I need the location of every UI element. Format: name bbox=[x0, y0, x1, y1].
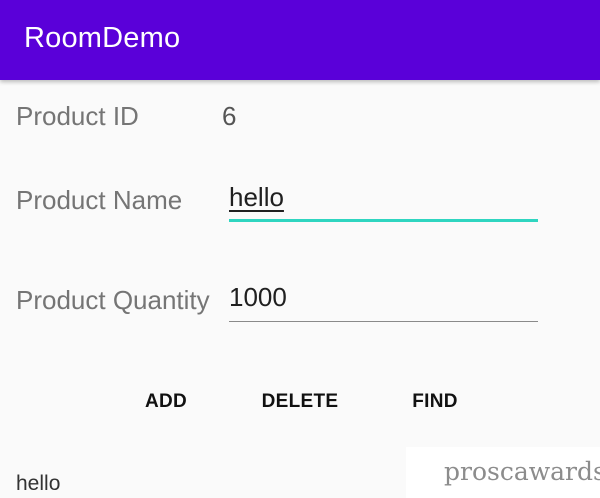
watermark: proscawards bbox=[406, 447, 600, 498]
app-title: RoomDemo bbox=[24, 22, 181, 54]
find-button[interactable]: FIND bbox=[395, 386, 475, 418]
result-text: hello bbox=[16, 472, 61, 495]
watermark-text: proscawards bbox=[444, 457, 600, 486]
delete-button[interactable]: DELETE bbox=[250, 386, 350, 418]
product-id-label: Product ID bbox=[16, 101, 139, 131]
add-button[interactable]: ADD bbox=[126, 386, 206, 418]
product-name-label: Product Name bbox=[16, 185, 183, 215]
product-name-underline bbox=[229, 219, 538, 222]
product-name-input-value: hello bbox=[229, 182, 284, 212]
product-quantity-input-value: 1000 bbox=[229, 282, 287, 312]
product-quantity-field[interactable]: 1000 bbox=[229, 282, 538, 322]
product-quantity-label: Product Quantity bbox=[16, 285, 210, 315]
product-quantity-underline bbox=[229, 321, 538, 322]
app-bar: RoomDemo bbox=[0, 0, 600, 80]
product-id-value: 6 bbox=[222, 101, 237, 131]
product-name-field[interactable]: hello bbox=[229, 182, 538, 222]
